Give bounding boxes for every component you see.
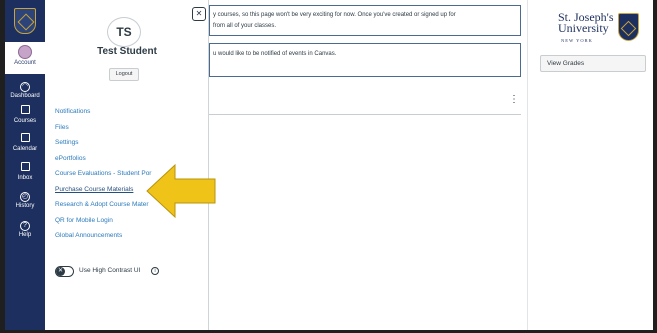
- view-grades-button[interactable]: View Grades: [540, 55, 646, 72]
- brand-wordmark: St. Joseph's University: [558, 11, 614, 35]
- dashboard-main: y courses, so this page won't be very ex…: [209, 0, 527, 330]
- nav-item-history[interactable]: ◴ History: [5, 190, 45, 210]
- nav-item-help[interactable]: ? Help: [5, 219, 45, 239]
- inbox-icon: [5, 162, 45, 174]
- nav-item-calendar[interactable]: Calendar: [5, 133, 45, 153]
- nav-label-inbox: Inbox: [17, 175, 33, 181]
- notification-notice-text: u would like to be notified of events in…: [213, 51, 337, 57]
- book-icon: [5, 105, 45, 117]
- tray-link-settings[interactable]: Settings: [55, 135, 195, 151]
- brand-line-2: University: [558, 21, 609, 35]
- right-sidebar: St. Joseph's University NEW YORK View Gr…: [527, 0, 653, 330]
- clock-icon: ◴: [20, 192, 30, 202]
- user-avatar-icon: [18, 45, 32, 59]
- high-contrast-toggle[interactable]: ✕: [55, 266, 74, 277]
- calendar-icon: [5, 133, 45, 145]
- shield-icon: [618, 13, 639, 41]
- nav-item-dashboard[interactable]: ◠ Dashboard: [5, 80, 45, 100]
- dashboard-icon: ◠: [20, 82, 30, 92]
- x-icon: ✕: [56, 267, 65, 276]
- close-icon[interactable]: ✕: [192, 7, 206, 21]
- nav-item-courses[interactable]: Courses: [5, 105, 45, 125]
- tray-link-notifications[interactable]: Notifications: [55, 104, 195, 120]
- header-divider: [209, 114, 521, 115]
- help-icon: ?: [5, 219, 45, 231]
- tray-link-files[interactable]: Files: [55, 120, 195, 136]
- brand-location: NEW YORK: [561, 38, 593, 43]
- nav-label-dashboard: Dashboard: [10, 93, 40, 99]
- dashboard-options-icon[interactable]: ⋮: [509, 95, 519, 105]
- global-nav: Account ◠ Dashboard Courses Calendar Inb…: [5, 0, 45, 330]
- welcome-notice: y courses, so this page won't be very ex…: [209, 5, 521, 36]
- nav-item-inbox[interactable]: Inbox: [5, 162, 45, 182]
- notification-notice: u would like to be notified of events in…: [209, 43, 521, 77]
- nav-label-courses: Courses: [13, 118, 37, 124]
- nav-label-account: Account: [14, 60, 36, 66]
- pointer-arrow-icon: [146, 163, 216, 219]
- nav-label-help: Help: [18, 232, 32, 238]
- welcome-notice-line-2: from all of your classes.: [213, 23, 277, 29]
- nav-item-account[interactable]: Account: [5, 42, 45, 74]
- logout-button[interactable]: Logout: [109, 68, 139, 81]
- welcome-notice-line-1: y courses, so this page won't be very ex…: [213, 12, 456, 18]
- tray-avatar[interactable]: TS: [107, 17, 141, 47]
- nav-label-calendar: Calendar: [12, 146, 38, 152]
- university-logo-icon[interactable]: [14, 8, 36, 34]
- tray-user-name: Test Student: [97, 46, 157, 57]
- nav-label-history: History: [15, 203, 35, 209]
- info-icon[interactable]: i: [151, 267, 159, 275]
- high-contrast-label: Use High Contrast UI: [79, 267, 141, 274]
- tray-link-global-announcements[interactable]: Global Announcements: [55, 228, 195, 244]
